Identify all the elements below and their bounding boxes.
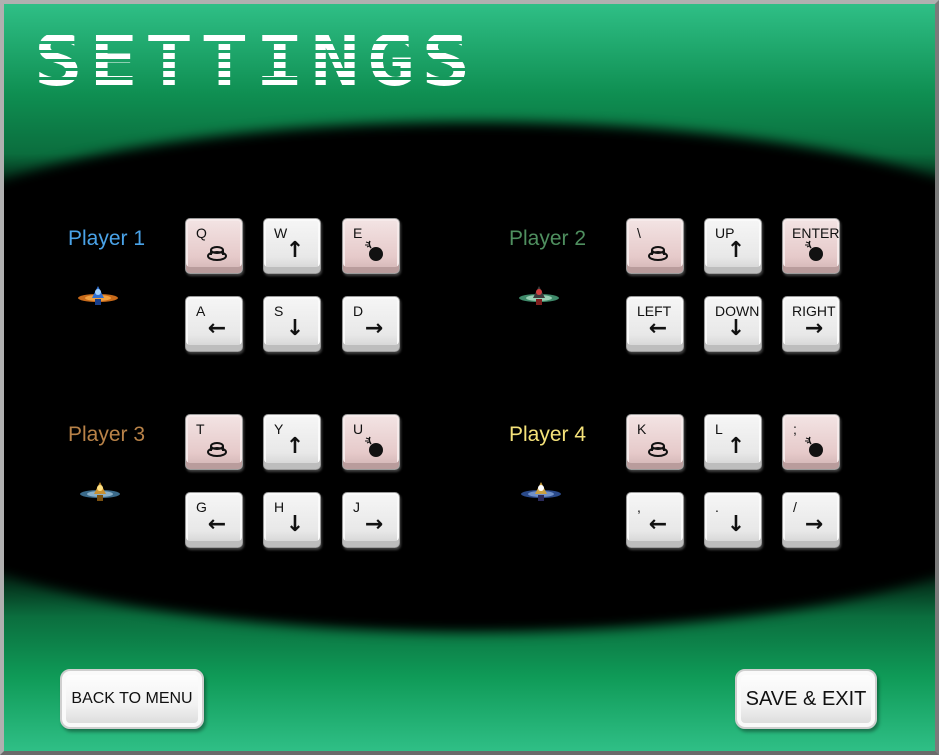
p4-bomb-key[interactable]: ;	[782, 414, 840, 470]
key-label: H	[274, 499, 285, 515]
key-label: D	[353, 303, 364, 319]
key-label: A	[196, 303, 206, 319]
arrow-left-icon: ←	[648, 512, 668, 537]
player-4-ship-icon	[521, 482, 561, 501]
p1-fire-key[interactable]: Q	[185, 218, 243, 274]
p2-right-key[interactable]: RIGHT →	[782, 296, 840, 352]
key-label: T	[196, 421, 205, 437]
background-band	[4, 122, 935, 632]
arrow-up-icon: ↑	[285, 434, 305, 459]
key-label: ;	[793, 421, 797, 437]
p1-up-key[interactable]: W ↑	[263, 218, 321, 274]
p2-up-key[interactable]: UP ↑	[704, 218, 762, 274]
bomb-icon	[805, 240, 823, 261]
player-1-label: Player 1	[68, 227, 146, 250]
settings-screen: SETTINGS Player 1 Q W ↑ E A ← S ↓ D → Pl…	[0, 0, 939, 755]
key-label: S	[274, 303, 284, 319]
key-label: /	[793, 499, 797, 515]
p4-fire-key[interactable]: K	[626, 414, 684, 470]
arrow-up-icon: ↑	[726, 238, 746, 263]
arrow-left-icon: ←	[648, 316, 668, 341]
p1-bomb-key[interactable]: E	[342, 218, 400, 274]
p3-fire-key[interactable]: T	[185, 414, 243, 470]
key-label: \	[637, 225, 641, 241]
arrow-down-icon: ↓	[726, 316, 746, 341]
p1-left-key[interactable]: A ←	[185, 296, 243, 352]
fire-button-icon	[207, 442, 227, 457]
arrow-right-icon: →	[804, 316, 824, 341]
bomb-icon	[365, 436, 383, 457]
fire-button-icon	[648, 442, 668, 457]
key-label: U	[353, 421, 364, 437]
player-3-label: Player 3	[68, 423, 146, 446]
arrow-right-icon: →	[804, 512, 824, 537]
p2-bomb-key[interactable]: ENTER	[782, 218, 840, 274]
key-label: K	[637, 421, 647, 437]
arrow-down-icon: ↓	[285, 512, 305, 537]
bomb-icon	[805, 436, 823, 457]
p3-left-key[interactable]: G ←	[185, 492, 243, 548]
p4-left-key[interactable]: , ←	[626, 492, 684, 548]
key-label: J	[353, 499, 360, 515]
p1-right-key[interactable]: D →	[342, 296, 400, 352]
arrow-up-icon: ↑	[285, 238, 305, 263]
key-label: Y	[274, 421, 284, 437]
save-and-exit-button[interactable]: SAVE & EXIT	[735, 669, 877, 729]
p2-fire-key[interactable]: \	[626, 218, 684, 274]
player-2-label: Player 2	[509, 227, 587, 250]
fire-button-icon	[648, 246, 668, 261]
key-label: E	[353, 225, 363, 241]
key-label: L	[715, 421, 723, 437]
player-2-ship-icon	[519, 286, 559, 305]
player-3-ship-icon	[80, 482, 120, 501]
page-title: SETTINGS	[34, 20, 477, 102]
p3-right-key[interactable]: J →	[342, 492, 400, 548]
key-label: G	[196, 499, 207, 515]
p3-up-key[interactable]: Y ↑	[263, 414, 321, 470]
p2-left-key[interactable]: LEFT ←	[626, 296, 684, 352]
arrow-down-icon: ↓	[726, 512, 746, 537]
p3-down-key[interactable]: H ↓	[263, 492, 321, 548]
player-1-ship-icon	[78, 286, 118, 305]
arrow-right-icon: →	[364, 512, 384, 537]
key-label: ,	[637, 499, 641, 515]
arrow-right-icon: →	[364, 316, 384, 341]
p4-down-key[interactable]: . ↓	[704, 492, 762, 548]
arrow-left-icon: ←	[207, 316, 227, 341]
arrow-left-icon: ←	[207, 512, 227, 537]
key-label: ENTER	[792, 225, 840, 241]
p4-up-key[interactable]: L ↑	[704, 414, 762, 470]
p4-right-key[interactable]: / →	[782, 492, 840, 548]
arrow-down-icon: ↓	[285, 316, 305, 341]
fire-button-icon	[207, 246, 227, 261]
key-label: Q	[196, 225, 207, 241]
key-label: .	[715, 499, 719, 515]
p2-down-key[interactable]: DOWN ↓	[704, 296, 762, 352]
back-to-menu-button[interactable]: BACK TO MENU	[60, 669, 204, 729]
p3-bomb-key[interactable]: U	[342, 414, 400, 470]
arrow-up-icon: ↑	[726, 434, 746, 459]
player-4-label: Player 4	[509, 423, 587, 446]
bomb-icon	[365, 240, 383, 261]
p1-down-key[interactable]: S ↓	[263, 296, 321, 352]
